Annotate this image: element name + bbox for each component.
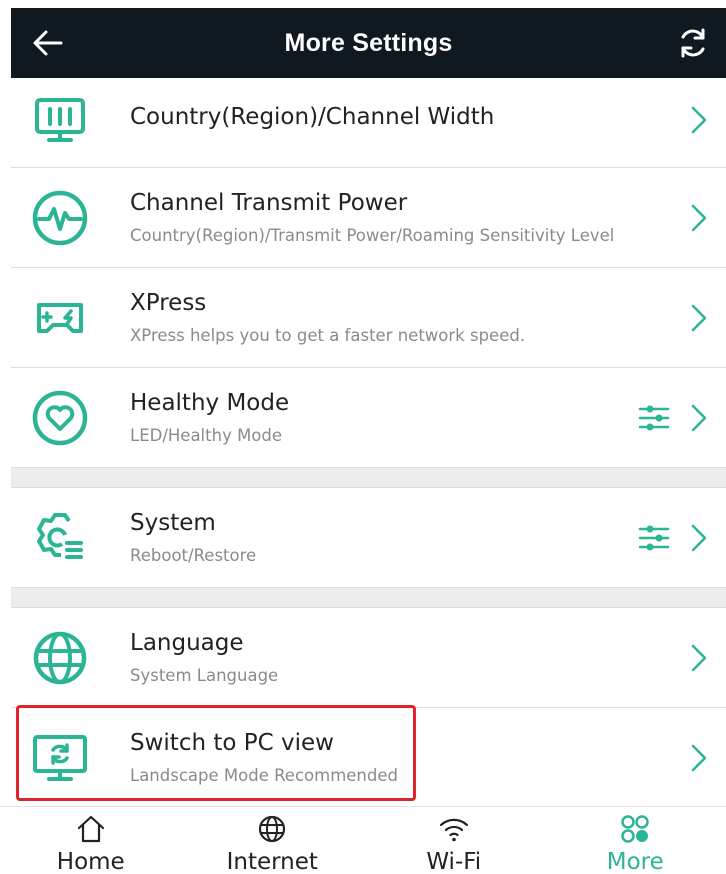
pc-view-icon	[33, 735, 87, 781]
chevron-right-icon[interactable]	[690, 105, 708, 135]
more-grid-icon	[621, 815, 649, 843]
row-sublabel: XPress helps you to get a faster network…	[130, 326, 526, 345]
row-sublabel: System Language	[130, 666, 279, 685]
settings-row-switch-pc-view[interactable]: Switch to PC view Landscape Mode Recomme…	[11, 708, 726, 808]
monitor-chart-icon	[35, 98, 85, 142]
wifi-icon	[439, 818, 468, 842]
chevron-right-icon[interactable]	[690, 303, 708, 333]
tab-label: Wi-Fi	[426, 849, 482, 874]
row-label: Country(Region)/Channel Width	[130, 104, 495, 130]
row-label: System	[130, 510, 216, 536]
signal-pulse-icon	[32, 190, 88, 246]
tab-internet[interactable]: Internet	[182, 807, 364, 874]
settings-row-channel-transmit-power[interactable]: Channel Transmit Power Country(Region)/T…	[11, 168, 726, 268]
row-label: Healthy Mode	[130, 390, 290, 416]
chevron-right-icon[interactable]	[690, 643, 708, 673]
back-arrow-icon[interactable]	[31, 26, 65, 60]
tab-more[interactable]: More	[545, 807, 726, 874]
tab-label: More	[606, 849, 664, 874]
page-title: More Settings	[284, 28, 453, 57]
refresh-icon[interactable]	[676, 26, 710, 60]
row-text: Country(Region)/Channel Width	[130, 104, 494, 130]
header-bar: More Settings	[11, 8, 726, 78]
row-label: XPress	[130, 290, 207, 316]
globe-icon	[259, 815, 286, 843]
settings-row-system[interactable]: System Reboot/Restore	[11, 488, 726, 588]
row-text: Language System Language	[130, 630, 278, 685]
row-label: Switch to PC view	[130, 730, 334, 756]
gamepad-icon	[37, 303, 83, 333]
row-text: Channel Transmit Power Country(Region)/T…	[130, 190, 614, 245]
row-label: Language	[130, 630, 244, 656]
chevron-right-icon[interactable]	[690, 203, 708, 233]
settings-sliders-icon[interactable]	[638, 402, 670, 434]
system-gear-icon	[37, 513, 83, 559]
heart-icon	[32, 390, 88, 446]
settings-sliders-icon[interactable]	[638, 522, 670, 554]
chevron-right-icon[interactable]	[690, 403, 708, 433]
section-divider	[11, 468, 726, 488]
chevron-right-icon[interactable]	[690, 743, 708, 773]
tab-wifi[interactable]: Wi-Fi	[363, 807, 545, 874]
row-text: Switch to PC view Landscape Mode Recomme…	[130, 730, 398, 785]
tab-label: Internet	[226, 849, 318, 874]
row-sublabel: Country(Region)/Transmit Power/Roaming S…	[130, 226, 615, 245]
settings-list: Country(Region)/Channel Width Channel Tr…	[11, 78, 726, 808]
row-sublabel: Landscape Mode Recommended	[130, 766, 398, 785]
home-icon	[77, 815, 104, 843]
row-text: System Reboot/Restore	[130, 510, 256, 565]
chevron-right-icon[interactable]	[690, 523, 708, 553]
row-text: XPress XPress helps you to get a faster …	[130, 290, 525, 345]
row-label: Channel Transmit Power	[130, 190, 408, 216]
settings-row-country-channel-width[interactable]: Country(Region)/Channel Width	[11, 78, 726, 168]
settings-row-xpress[interactable]: XPress XPress helps you to get a faster …	[11, 268, 726, 368]
globe-icon	[33, 631, 87, 685]
tab-label: Home	[56, 849, 125, 874]
bottom-tab-bar: Home Internet Wi-Fi More	[0, 806, 726, 874]
settings-row-language[interactable]: Language System Language	[11, 608, 726, 708]
section-divider	[11, 588, 726, 608]
row-sublabel: LED/Healthy Mode	[130, 426, 283, 445]
tab-home[interactable]: Home	[0, 807, 182, 874]
settings-row-healthy-mode[interactable]: Healthy Mode LED/Healthy Mode	[11, 368, 726, 468]
row-sublabel: Reboot/Restore	[130, 546, 257, 565]
row-text: Healthy Mode LED/Healthy Mode	[130, 390, 289, 445]
